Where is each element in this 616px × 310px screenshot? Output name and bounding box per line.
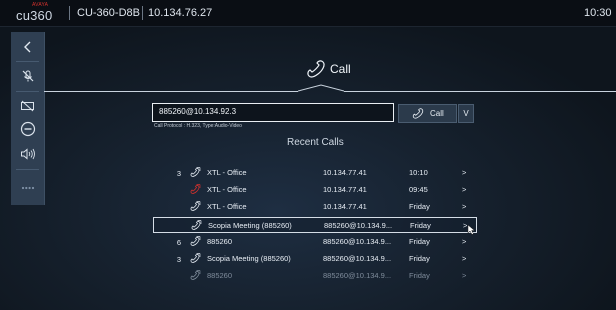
call-title: Call bbox=[330, 62, 351, 76]
call-icon bbox=[189, 235, 201, 247]
contact-address: 885260@10.134.9... bbox=[323, 236, 392, 246]
call-icon bbox=[189, 201, 201, 212]
mouse-cursor-icon bbox=[467, 224, 476, 235]
call-icon bbox=[189, 167, 201, 178]
device-ip: 10.134.76.27 bbox=[148, 7, 213, 19]
contact-address: 10.134.77.41 bbox=[323, 168, 367, 177]
call-time: Friday bbox=[409, 271, 430, 281]
contact-name: 885260 bbox=[207, 271, 233, 281]
brand-logo: AVAYA cu360 bbox=[16, 2, 53, 23]
volume-down-icon bbox=[20, 121, 35, 137]
phone-icon bbox=[307, 60, 325, 78]
back-arrow-icon bbox=[23, 41, 30, 53]
mute-mic-button[interactable] bbox=[11, 65, 44, 87]
header-notch bbox=[298, 84, 344, 92]
row-chevron-icon[interactable]: > bbox=[462, 168, 466, 177]
contact-address: 10.134.77.41 bbox=[323, 185, 367, 195]
call-count: 3 bbox=[176, 255, 181, 264]
contact-name: 885260 bbox=[207, 236, 233, 246]
divider bbox=[142, 6, 143, 20]
call-count: 3 bbox=[176, 169, 181, 178]
device-name: CU-360-D8B bbox=[77, 7, 140, 19]
row-chevron-icon[interactable]: > bbox=[462, 271, 466, 280]
header-rule bbox=[44, 91, 298, 92]
recent-call-row[interactable]: 885260 885260@10.134.9... Friday > bbox=[153, 268, 475, 283]
call-icon bbox=[189, 253, 201, 264]
call-time: 09:45 bbox=[409, 185, 428, 195]
contact-name: XTL - Office bbox=[207, 168, 247, 177]
recent-call-row[interactable]: XTL - Office 10.134.77.41 09:45 > bbox=[153, 182, 475, 197]
recent-call-row[interactable]: 3 Scopia Meeting (885260) 885260@10.134.9.… bbox=[153, 251, 475, 266]
sidebar bbox=[11, 32, 45, 205]
cu360-label: cu360 bbox=[16, 8, 53, 23]
phone-icon bbox=[412, 108, 424, 119]
contact-name: XTL - Office bbox=[207, 202, 247, 212]
header-rule bbox=[344, 91, 616, 92]
contact-address: 885260@10.134.9... bbox=[324, 220, 393, 230]
sidebar-divider bbox=[16, 61, 39, 62]
mic-muted-icon bbox=[22, 70, 33, 82]
recent-call-row[interactable]: XTL - Office 10.134.77.41 Friday > bbox=[153, 199, 475, 214]
more-icon bbox=[21, 186, 34, 190]
call-time: Friday bbox=[409, 236, 430, 246]
row-chevron-icon[interactable]: > bbox=[462, 237, 466, 246]
call-button-label: Call bbox=[430, 109, 444, 118]
camera-off-button[interactable] bbox=[11, 95, 44, 117]
divider bbox=[69, 6, 70, 20]
call-type-dropdown[interactable]: V bbox=[458, 104, 474, 123]
call-icon bbox=[189, 270, 201, 281]
call-button[interactable]: Call bbox=[398, 104, 457, 123]
contact-name: XTL - Office bbox=[207, 185, 247, 195]
call-count: 6 bbox=[176, 237, 181, 247]
row-chevron-icon[interactable]: > bbox=[462, 202, 466, 211]
back-button[interactable] bbox=[11, 36, 44, 58]
recent-call-row[interactable]: 3 XTL - Office 10.134.77.41 10:10 > bbox=[153, 165, 475, 180]
sidebar-divider bbox=[16, 91, 39, 92]
contact-name: Scopia Meeting (885260) bbox=[208, 220, 292, 230]
call-heading: Call bbox=[305, 57, 351, 81]
volume-up-icon bbox=[20, 148, 35, 160]
row-chevron-icon[interactable]: > bbox=[462, 254, 466, 263]
call-time: Friday bbox=[409, 254, 430, 263]
camera-off-icon bbox=[21, 100, 34, 112]
volume-down-button[interactable] bbox=[11, 118, 44, 140]
call-icon bbox=[190, 219, 202, 231]
contact-address: 10.134.77.41 bbox=[323, 202, 367, 212]
sidebar-divider bbox=[16, 169, 39, 170]
top-bar: AVAYA cu360 CU-360-D8B 10.134.76.27 10:3… bbox=[0, 0, 616, 27]
volume-up-button[interactable] bbox=[11, 143, 44, 165]
contact-name: Scopia Meeting (885260) bbox=[207, 254, 291, 263]
dial-value: 885260@10.134.92.3 bbox=[159, 107, 237, 116]
call-time: Friday bbox=[409, 202, 430, 212]
contact-address: 885260@10.134.9... bbox=[323, 254, 392, 263]
contact-address: 885260@10.134.9... bbox=[323, 271, 392, 281]
recent-calls-heading: Recent Calls bbox=[287, 137, 344, 148]
call-time: Friday bbox=[410, 220, 431, 230]
recent-call-row[interactable]: Scopia Meeting (885260) 885260@10.134.9..… bbox=[153, 216, 477, 233]
call-protocol: Call Protocol : H.323, Type:Audio-Video bbox=[154, 123, 242, 129]
call-time: 10:10 bbox=[409, 168, 428, 177]
more-button[interactable] bbox=[11, 177, 44, 199]
clock: 10:30 bbox=[584, 7, 612, 19]
dial-input[interactable]: 885260@10.134.92.3 bbox=[152, 103, 394, 122]
recent-call-row[interactable]: 6 885260 885260@10.134.9... Friday > bbox=[153, 234, 475, 249]
missed-call-icon bbox=[189, 184, 201, 195]
row-chevron-icon[interactable]: > bbox=[462, 185, 466, 194]
